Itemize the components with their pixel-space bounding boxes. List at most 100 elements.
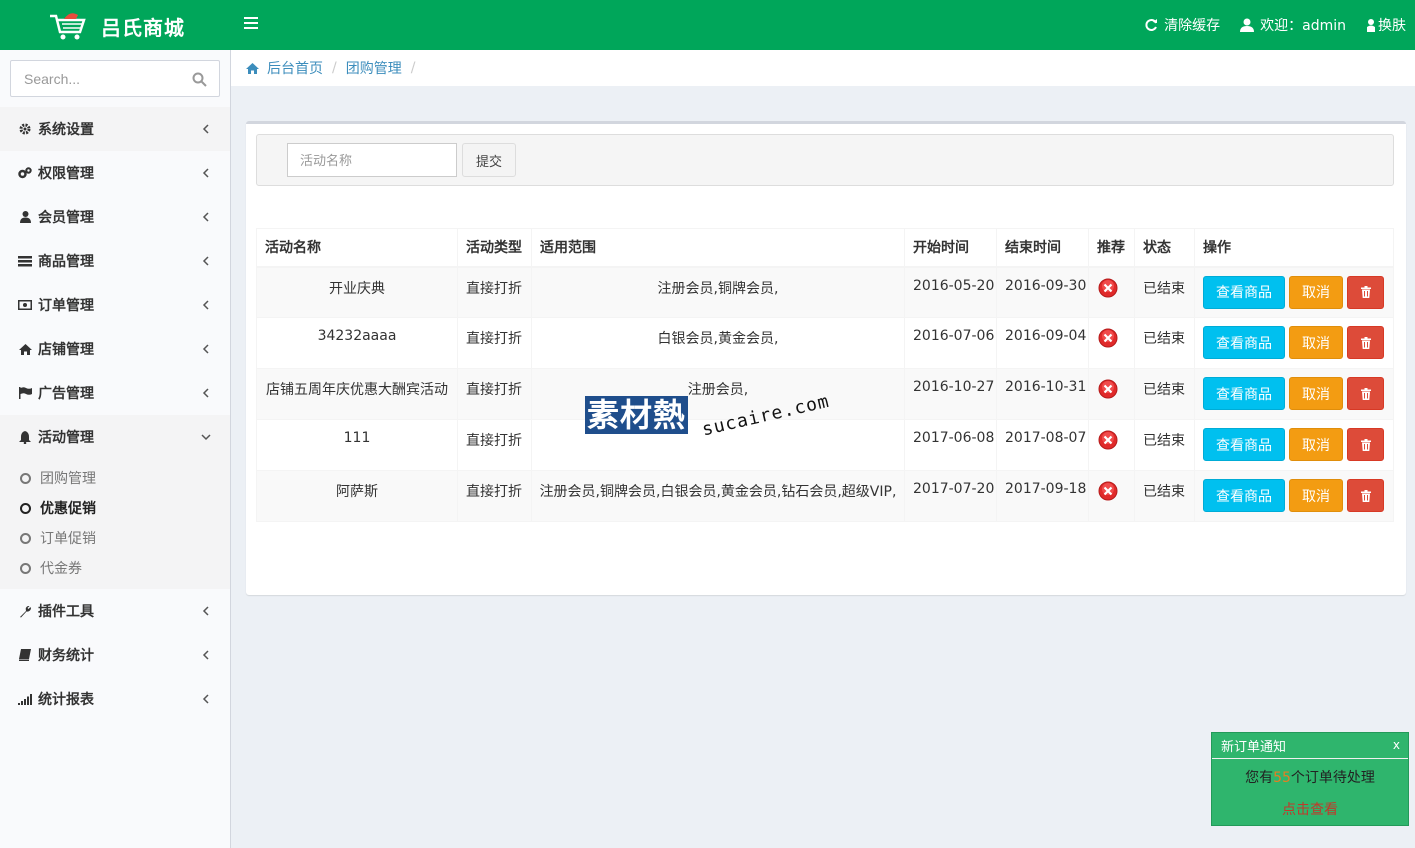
circle-icon [20, 562, 31, 574]
cell-actions: 查看商品 取消 [1194, 368, 1394, 420]
sidebar-item-members[interactable]: 会员管理 [0, 195, 230, 239]
new-order-notification: 新订单通知 x 您有55个订单待处理 点击查看 [1211, 732, 1409, 826]
user-menu[interactable]: 欢迎：admin [1240, 15, 1346, 35]
column-header: 开始时间 [904, 228, 997, 268]
refresh-icon [1145, 19, 1158, 31]
view-products-button[interactable]: 查看商品 [1203, 428, 1285, 461]
sidebar-subitem-label: 代金券 [40, 561, 82, 577]
view-products-button[interactable]: 查看商品 [1203, 377, 1285, 410]
delete-button[interactable] [1347, 377, 1384, 410]
cell-actions: 查看商品 取消 [1194, 470, 1394, 522]
cell-scope: 白银会员,黄金会员, [531, 317, 905, 369]
search-input[interactable] [11, 61, 186, 96]
book-icon [18, 648, 32, 662]
view-products-button[interactable]: 查看商品 [1203, 275, 1285, 309]
view-products-button[interactable]: 查看商品 [1203, 479, 1285, 512]
sidebar-item-orders[interactable]: 订单管理 [0, 283, 230, 327]
breadcrumb-current[interactable]: 团购管理 [346, 58, 402, 78]
sidebar-item-label: 活动管理 [38, 430, 94, 446]
sidebar-subitem-order-promo[interactable]: 订单促销 [0, 523, 230, 553]
delete-button[interactable] [1347, 428, 1384, 461]
delete-button[interactable] [1347, 326, 1384, 359]
cancel-button[interactable]: 取消 [1289, 428, 1343, 461]
delete-button[interactable] [1347, 479, 1384, 512]
cell-type: 直接打折 [457, 470, 532, 522]
cancel-button[interactable]: 取消 [1289, 479, 1343, 512]
chevron-left-icon [202, 650, 209, 660]
sidebar-subitem-group-buy[interactable]: 团购管理 [0, 463, 230, 493]
delete-button[interactable] [1347, 275, 1384, 309]
clear-cache-label: 清除缓存 [1164, 18, 1221, 34]
cell-scope: 注册会员, [531, 368, 905, 420]
sidebar-subitem-discount-promo[interactable]: 优惠促销 [0, 493, 230, 523]
sidebar-item-label: 插件工具 [38, 604, 94, 620]
cancel-button[interactable]: 取消 [1289, 377, 1343, 410]
submit-button[interactable]: 提交 [462, 143, 516, 177]
cell-recommend [1088, 470, 1135, 522]
chevron-left-icon [202, 256, 209, 266]
close-circle-icon[interactable] [1098, 379, 1118, 399]
sidebar-item-activities[interactable]: 活动管理 [0, 415, 230, 459]
user-icon [18, 210, 32, 224]
cell-name: 34232aaaa [256, 317, 458, 369]
column-header: 结束时间 [996, 228, 1089, 268]
sidebar-item-label: 财务统计 [38, 648, 94, 664]
column-header: 操作 [1194, 228, 1394, 268]
user-icon [1240, 18, 1255, 32]
table-header-row: 活动名称 活动类型 适用范围 开始时间 结束时间 推荐 状态 操作 [256, 228, 1394, 268]
sidebar-nav: 系统设置 权限管理 会员管理 商品管理 订单管理 店铺管理 广告管理 活动管理 … [0, 107, 230, 721]
sidebar-item-reports[interactable]: 统计报表 [0, 677, 230, 721]
sidebar-item-system-settings[interactable]: 系统设置 [0, 107, 230, 151]
shopping-cart-icon [50, 13, 86, 40]
cell-recommend [1088, 368, 1135, 420]
close-circle-icon[interactable] [1098, 278, 1118, 298]
cell-type: 直接打折 [457, 317, 532, 369]
chevron-down-icon [201, 434, 211, 441]
sidebar-item-label: 权限管理 [38, 166, 94, 182]
view-orders-link[interactable]: 点击查看 [1212, 799, 1408, 819]
cell-end: 2016-10-31 [996, 368, 1089, 420]
sidebar-item-label: 广告管理 [38, 386, 94, 402]
skin-button[interactable]: 换肤 [1366, 15, 1406, 35]
chevron-left-icon [202, 300, 209, 310]
welcome-label: 欢迎：admin [1260, 18, 1346, 34]
skin-label: 换肤 [1378, 18, 1406, 34]
close-circle-icon[interactable] [1098, 430, 1118, 450]
notification-count: 55 [1273, 770, 1291, 786]
cell-start: 2017-07-20 [904, 470, 997, 522]
clear-cache-button[interactable]: 清除缓存 [1144, 15, 1220, 35]
close-button[interactable]: x [1393, 738, 1400, 752]
activity-name-input[interactable] [287, 143, 457, 177]
cancel-button[interactable]: 取消 [1289, 275, 1343, 309]
sidebar-item-products[interactable]: 商品管理 [0, 239, 230, 283]
column-header: 推荐 [1088, 228, 1135, 268]
sidebar-search [10, 60, 220, 97]
cell-actions: 查看商品 取消 [1194, 266, 1394, 318]
sidebar-item-stores[interactable]: 店铺管理 [0, 327, 230, 371]
sidebar-subitem-voucher[interactable]: 代金券 [0, 553, 230, 583]
table-row: 店铺五周年庆优惠大酬宾活动 直接打折 注册会员, 2016-10-27 2016… [256, 368, 1394, 420]
trash-icon [1360, 489, 1371, 502]
cell-recommend [1088, 266, 1135, 318]
breadcrumb-home[interactable]: 后台首页 [246, 58, 323, 78]
home-icon [18, 342, 32, 356]
sidebar-item-plugins[interactable]: 插件工具 [0, 589, 230, 633]
close-circle-icon[interactable] [1098, 328, 1118, 348]
circle-icon [20, 472, 31, 484]
sidebar-item-ads[interactable]: 广告管理 [0, 371, 230, 415]
cell-type: 直接打折 [457, 368, 532, 420]
logo[interactable]: 吕氏商城 [0, 0, 230, 50]
cell-start: 2016-05-20 [904, 266, 997, 318]
menu-toggle-button[interactable] [244, 17, 258, 31]
breadcrumb-separator: / [332, 60, 337, 76]
notification-suffix: 个订单待处理 [1290, 770, 1375, 786]
sidebar-item-permissions[interactable]: 权限管理 [0, 151, 230, 195]
close-circle-icon[interactable] [1098, 481, 1118, 501]
sidebar-item-finance[interactable]: 财务统计 [0, 633, 230, 677]
sidebar-item-label: 订单管理 [38, 298, 94, 314]
search-icon[interactable] [192, 72, 207, 87]
view-products-button[interactable]: 查看商品 [1203, 326, 1285, 359]
circle-icon [20, 532, 31, 544]
cancel-button[interactable]: 取消 [1289, 326, 1343, 359]
sidebar-subitem-label: 团购管理 [40, 471, 96, 487]
